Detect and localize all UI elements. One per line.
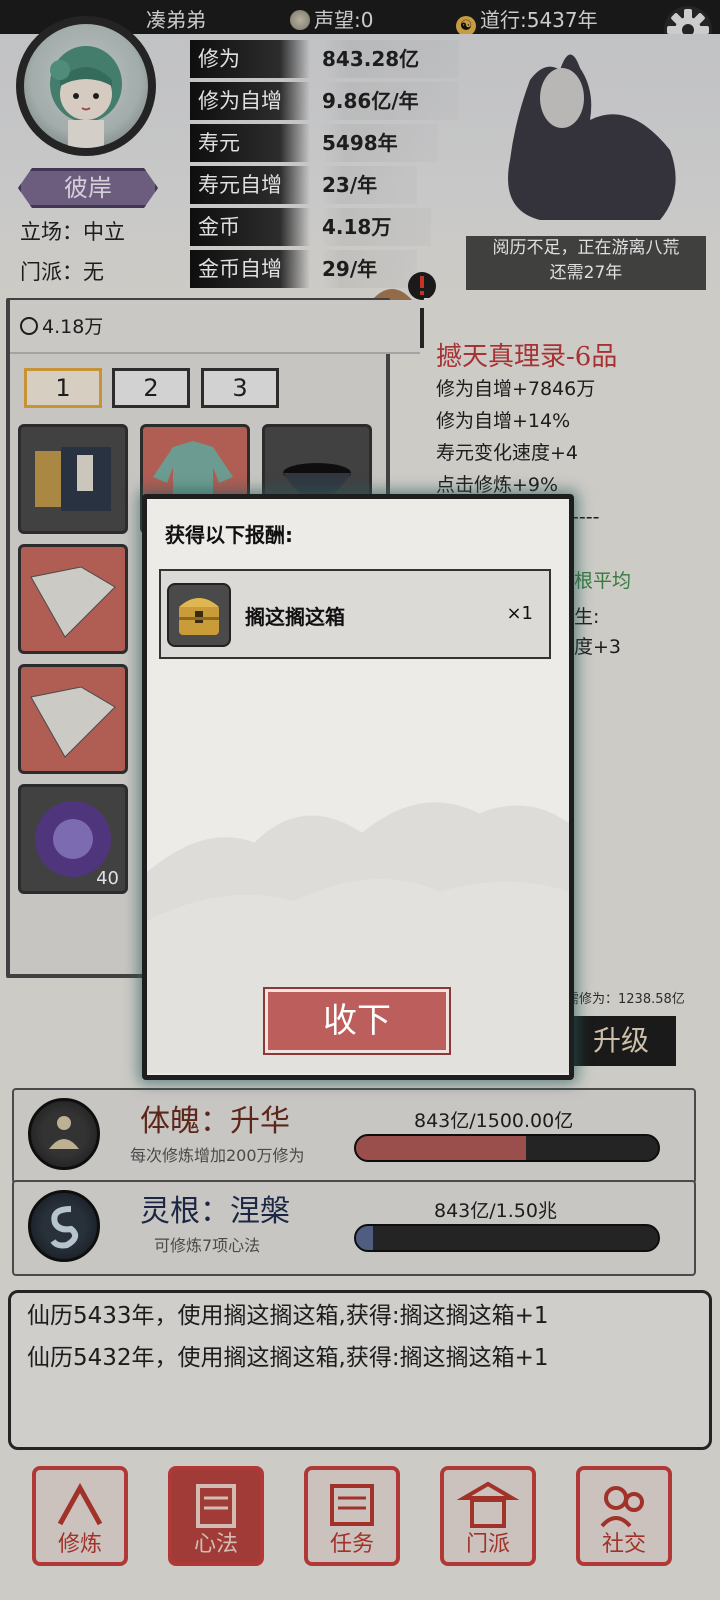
reward-dialog-title: 获得以下报酬: <box>165 523 293 547</box>
collect-button[interactable]: 收下 <box>263 987 451 1055</box>
reward-item-name: 搁这搁这箱 <box>245 605 345 629</box>
reward-item-row[interactable]: 搁这搁这箱 ×1 <box>159 569 551 659</box>
treasure-chest-icon <box>167 583 231 647</box>
reward-dialog: 获得以下报酬: 搁这搁这箱 ×1 收下 <box>142 494 574 1080</box>
reward-item-count: ×1 <box>506 603 533 624</box>
